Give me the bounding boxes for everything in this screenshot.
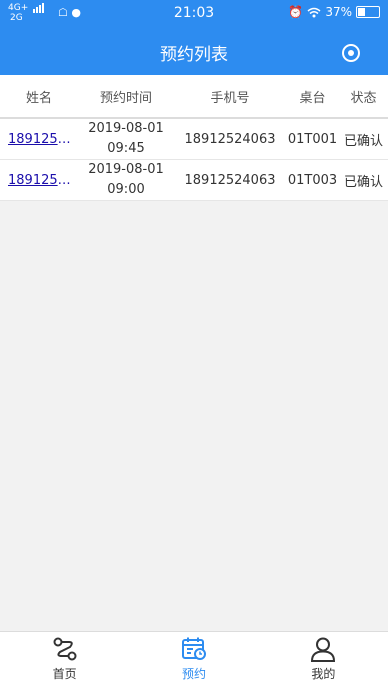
tab-mine[interactable]: 我的 [259, 632, 388, 687]
reservation-name-link[interactable]: 18912524063 [8, 132, 74, 147]
reservation-time: 2019-08-01 09:45 [78, 119, 174, 159]
tab-label: 首页 [52, 667, 77, 681]
battery-icon [356, 6, 380, 18]
home-route-icon [53, 637, 77, 661]
column-header-phone: 手机号 [210, 90, 250, 106]
reservation-status: 已确认 [343, 174, 383, 190]
battery-percent: 37% [325, 5, 352, 19]
tab-reservation[interactable]: 预约 [129, 632, 258, 687]
column-header-name: 姓名 [25, 90, 52, 106]
reservation-table: 姓名 预约时间 手机号 桌台 状态 18912524063 2019-08-01… [0, 75, 388, 201]
reservation-table-no: 01T003 [287, 172, 338, 188]
status-bar: 4G+ 2G ☖ ● 21:03 ⏰ 37% [0, 0, 388, 28]
tab-home[interactable]: 首页 [0, 632, 129, 687]
reservation-clock: 09:00 [107, 182, 145, 197]
tab-label: 我的 [311, 667, 336, 681]
tab-label: 预约 [181, 667, 206, 681]
page-title: 预约列表 [160, 45, 228, 65]
alarm-icon: ⏰ [288, 5, 304, 19]
reservation-name-link[interactable]: 18912524063 [8, 173, 74, 188]
reservation-date: 2019-08-01 [88, 162, 164, 177]
table-row[interactable]: 18912524063 2019-08-01 09:45 18912524063… [0, 119, 388, 160]
wifi-icon [307, 7, 321, 17]
user-icon [311, 637, 336, 662]
reservation-table-no: 01T001 [287, 131, 338, 147]
column-header-status: 状态 [350, 90, 377, 106]
calendar-clock-icon [181, 637, 206, 660]
reservation-time: 2019-08-01 09:00 [78, 160, 174, 200]
bottom-tab-bar: 首页 预约 我的 [0, 631, 388, 687]
table-row[interactable]: 18912524063 2019-08-01 09:00 18912524063… [0, 160, 388, 201]
status-right: ⏰ 37% [288, 5, 380, 19]
table-header: 姓名 预约时间 手机号 桌台 状态 [0, 75, 388, 119]
reservation-clock: 09:45 [107, 141, 145, 156]
reservation-date: 2019-08-01 [88, 121, 164, 136]
title-bar: 预约列表 [0, 28, 388, 75]
app-header: 4G+ 2G ☖ ● 21:03 ⏰ 37% 预约列表 [0, 0, 388, 75]
column-header-table: 桌台 [299, 90, 326, 106]
reservation-status: 已确认 [343, 133, 383, 149]
reservation-phone: 18912524063 [184, 131, 276, 147]
reservation-phone: 18912524063 [184, 172, 276, 188]
target-icon[interactable] [342, 44, 360, 62]
column-header-time: 预约时间 [99, 90, 152, 106]
